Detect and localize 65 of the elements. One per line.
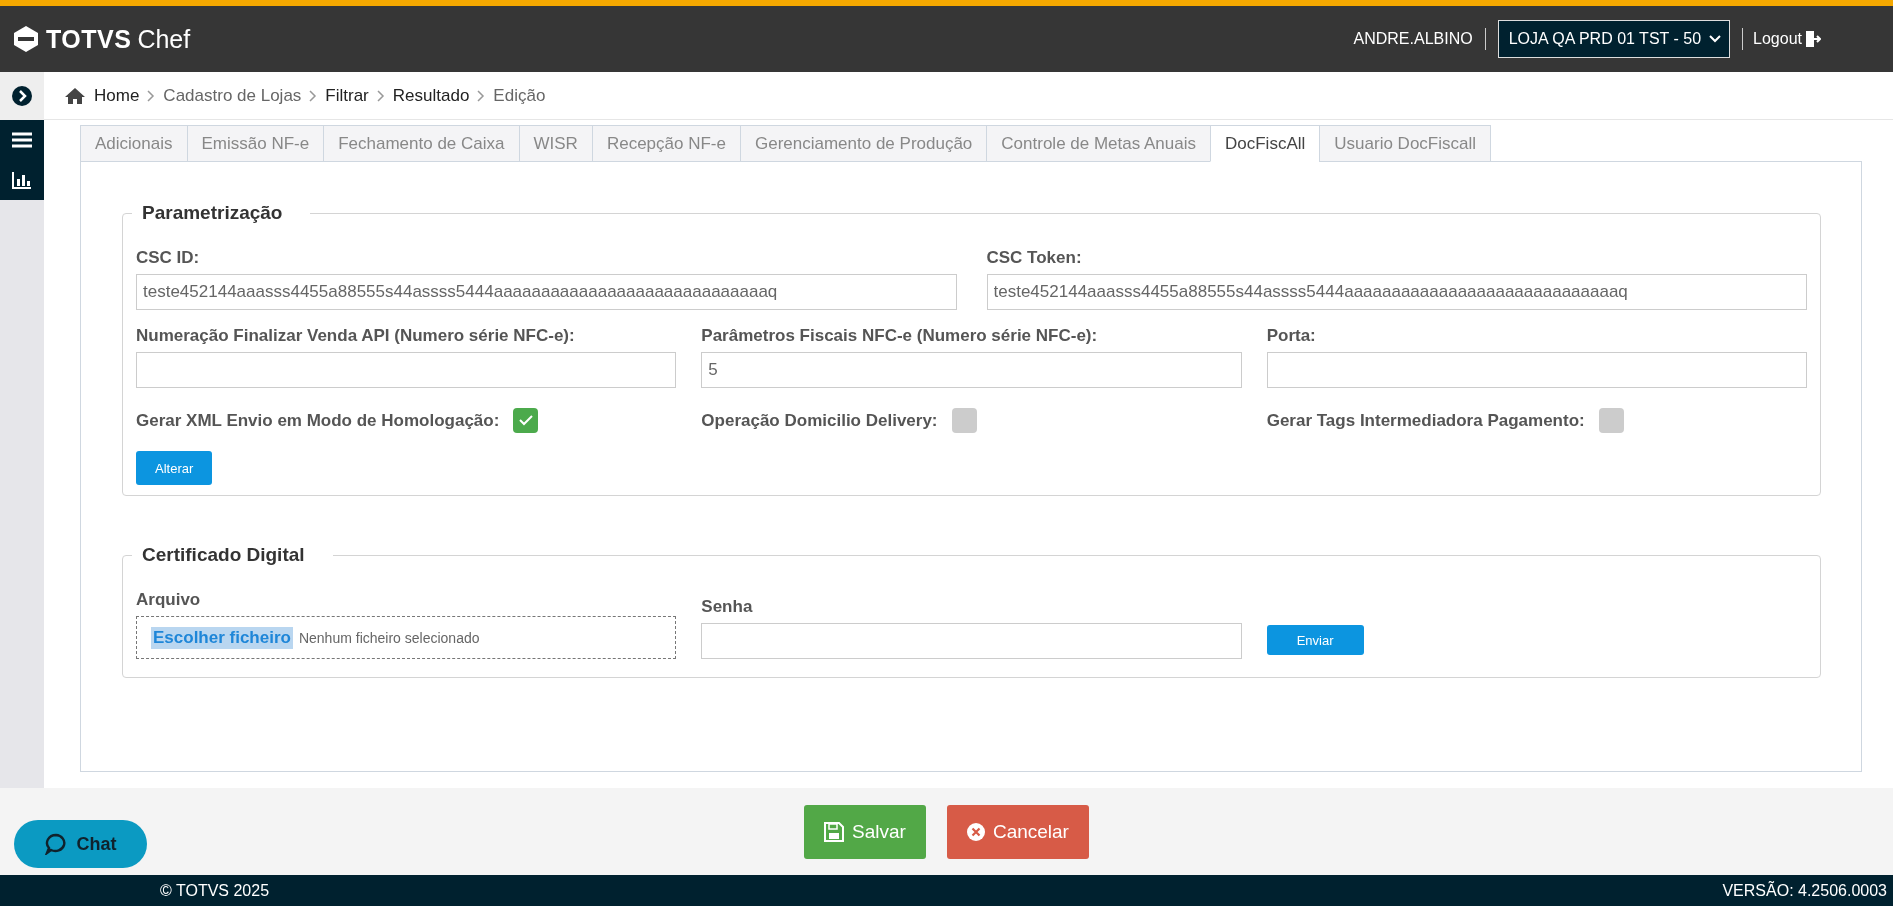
input-field[interactable]: 5	[701, 352, 1242, 388]
tab[interactable]: Fechamento de Caixa	[323, 125, 520, 162]
chevron-down-icon	[1709, 35, 1722, 43]
field-label: CSC ID:	[136, 248, 201, 268]
save-button[interactable]: Salvar	[804, 804, 926, 859]
input-field[interactable]: teste452144aaasss4455a88555s44assss5444aaaaaaaaaaaaaaaaaaaaaaaaaaaaaq	[136, 274, 957, 310]
logout-link[interactable]: Logout	[1753, 30, 1821, 48]
file-input[interactable]: Escolher ficheiro Nenhum ficheiro selecionado	[136, 616, 677, 659]
menu-icon	[12, 132, 32, 148]
checkbox-label: Gerar Tags Intermediadora Pagamento:	[1266, 410, 1585, 431]
logout-icon	[1805, 30, 1821, 48]
cancel-button[interactable]: Cancelar	[946, 804, 1089, 859]
bar-chart-icon	[12, 171, 32, 189]
chat-button[interactable]: Chat	[14, 820, 147, 868]
store-select[interactable]: LOJA QA PRD 01 TST - 50	[1497, 20, 1731, 58]
brand-name: TOTVS	[46, 24, 132, 54]
version-text: VERSÃO: 4.2506.0003	[1722, 881, 1887, 900]
checkbox[interactable]	[951, 408, 977, 433]
home-icon[interactable]	[64, 86, 86, 105]
breadcrumb-item[interactable]: Filtrar	[325, 85, 369, 106]
breadcrumb-item[interactable]: Home	[94, 85, 140, 106]
input-field[interactable]	[1266, 352, 1807, 388]
breadcrumb-item[interactable]: Resultado	[392, 85, 470, 106]
expand-button[interactable]	[0, 72, 44, 120]
section-title: Parametrização	[141, 202, 284, 224]
user-name: ANDRE.ALBINO	[1353, 28, 1486, 50]
alterar-button[interactable]: Alterar	[136, 451, 213, 485]
tab[interactable]: WISR	[518, 125, 593, 162]
tab[interactable]: Adicionais	[80, 125, 188, 162]
checkbox[interactable]	[513, 408, 539, 433]
section-title: Certificado Digital	[141, 544, 306, 566]
field-label: Numeração Finalizar Venda API (Numero série NFC-e):	[136, 326, 576, 346]
tab[interactable]: DocFiscAll	[1210, 125, 1321, 162]
field-label: Arquivo	[136, 590, 202, 610]
checkbox-label: Operação Domicilio Delivery:	[701, 410, 938, 431]
input-field[interactable]	[136, 352, 677, 388]
checkbox-label: Gerar XML Envio em Modo de Homologação:	[136, 410, 500, 431]
field-label: Parâmetros Fiscais NFC-e (Numero série NFC-e):	[701, 326, 1099, 346]
field-label: Porta:	[1266, 326, 1317, 346]
close-icon	[966, 822, 985, 841]
chevron-right-icon	[147, 89, 156, 102]
field-label: CSC Token:	[986, 248, 1083, 268]
tab[interactable]: Emissão NF-e	[186, 125, 325, 162]
password-field[interactable]	[701, 623, 1242, 659]
input-field[interactable]: teste452144aaasss4455a88555s44assss5444aaaaaaaaaaaaaaaaaaaaaaaaaaaaaq	[986, 274, 1807, 310]
breadcrumb-item[interactable]: Cadastro de Lojas	[163, 85, 302, 106]
chevron-right-icon	[309, 89, 318, 102]
menu-button[interactable]	[0, 120, 44, 160]
speech-bubble-icon	[44, 833, 67, 855]
reports-button[interactable]	[0, 160, 44, 200]
field-label: Senha	[701, 597, 754, 617]
tab[interactable]: Usuario DocFiscall	[1319, 125, 1491, 162]
tab[interactable]: Recepção NF-e	[591, 125, 741, 162]
enviar-button[interactable]: Enviar	[1266, 625, 1364, 655]
product-name: Chef	[137, 24, 191, 54]
logo-icon	[12, 25, 40, 53]
checkbox[interactable]	[1598, 408, 1624, 433]
copyright-text: © TOTVS 2025	[160, 881, 270, 900]
chevron-right-icon	[376, 89, 385, 102]
check-icon	[518, 415, 533, 426]
tab[interactable]: Gerenciamento de Produção	[739, 125, 988, 162]
tab[interactable]: Controle de Metas Anuais	[986, 125, 1211, 162]
chevron-right-icon	[477, 89, 486, 102]
chevron-right-icon	[12, 86, 32, 106]
breadcrumb-item[interactable]: Edição	[493, 85, 546, 106]
